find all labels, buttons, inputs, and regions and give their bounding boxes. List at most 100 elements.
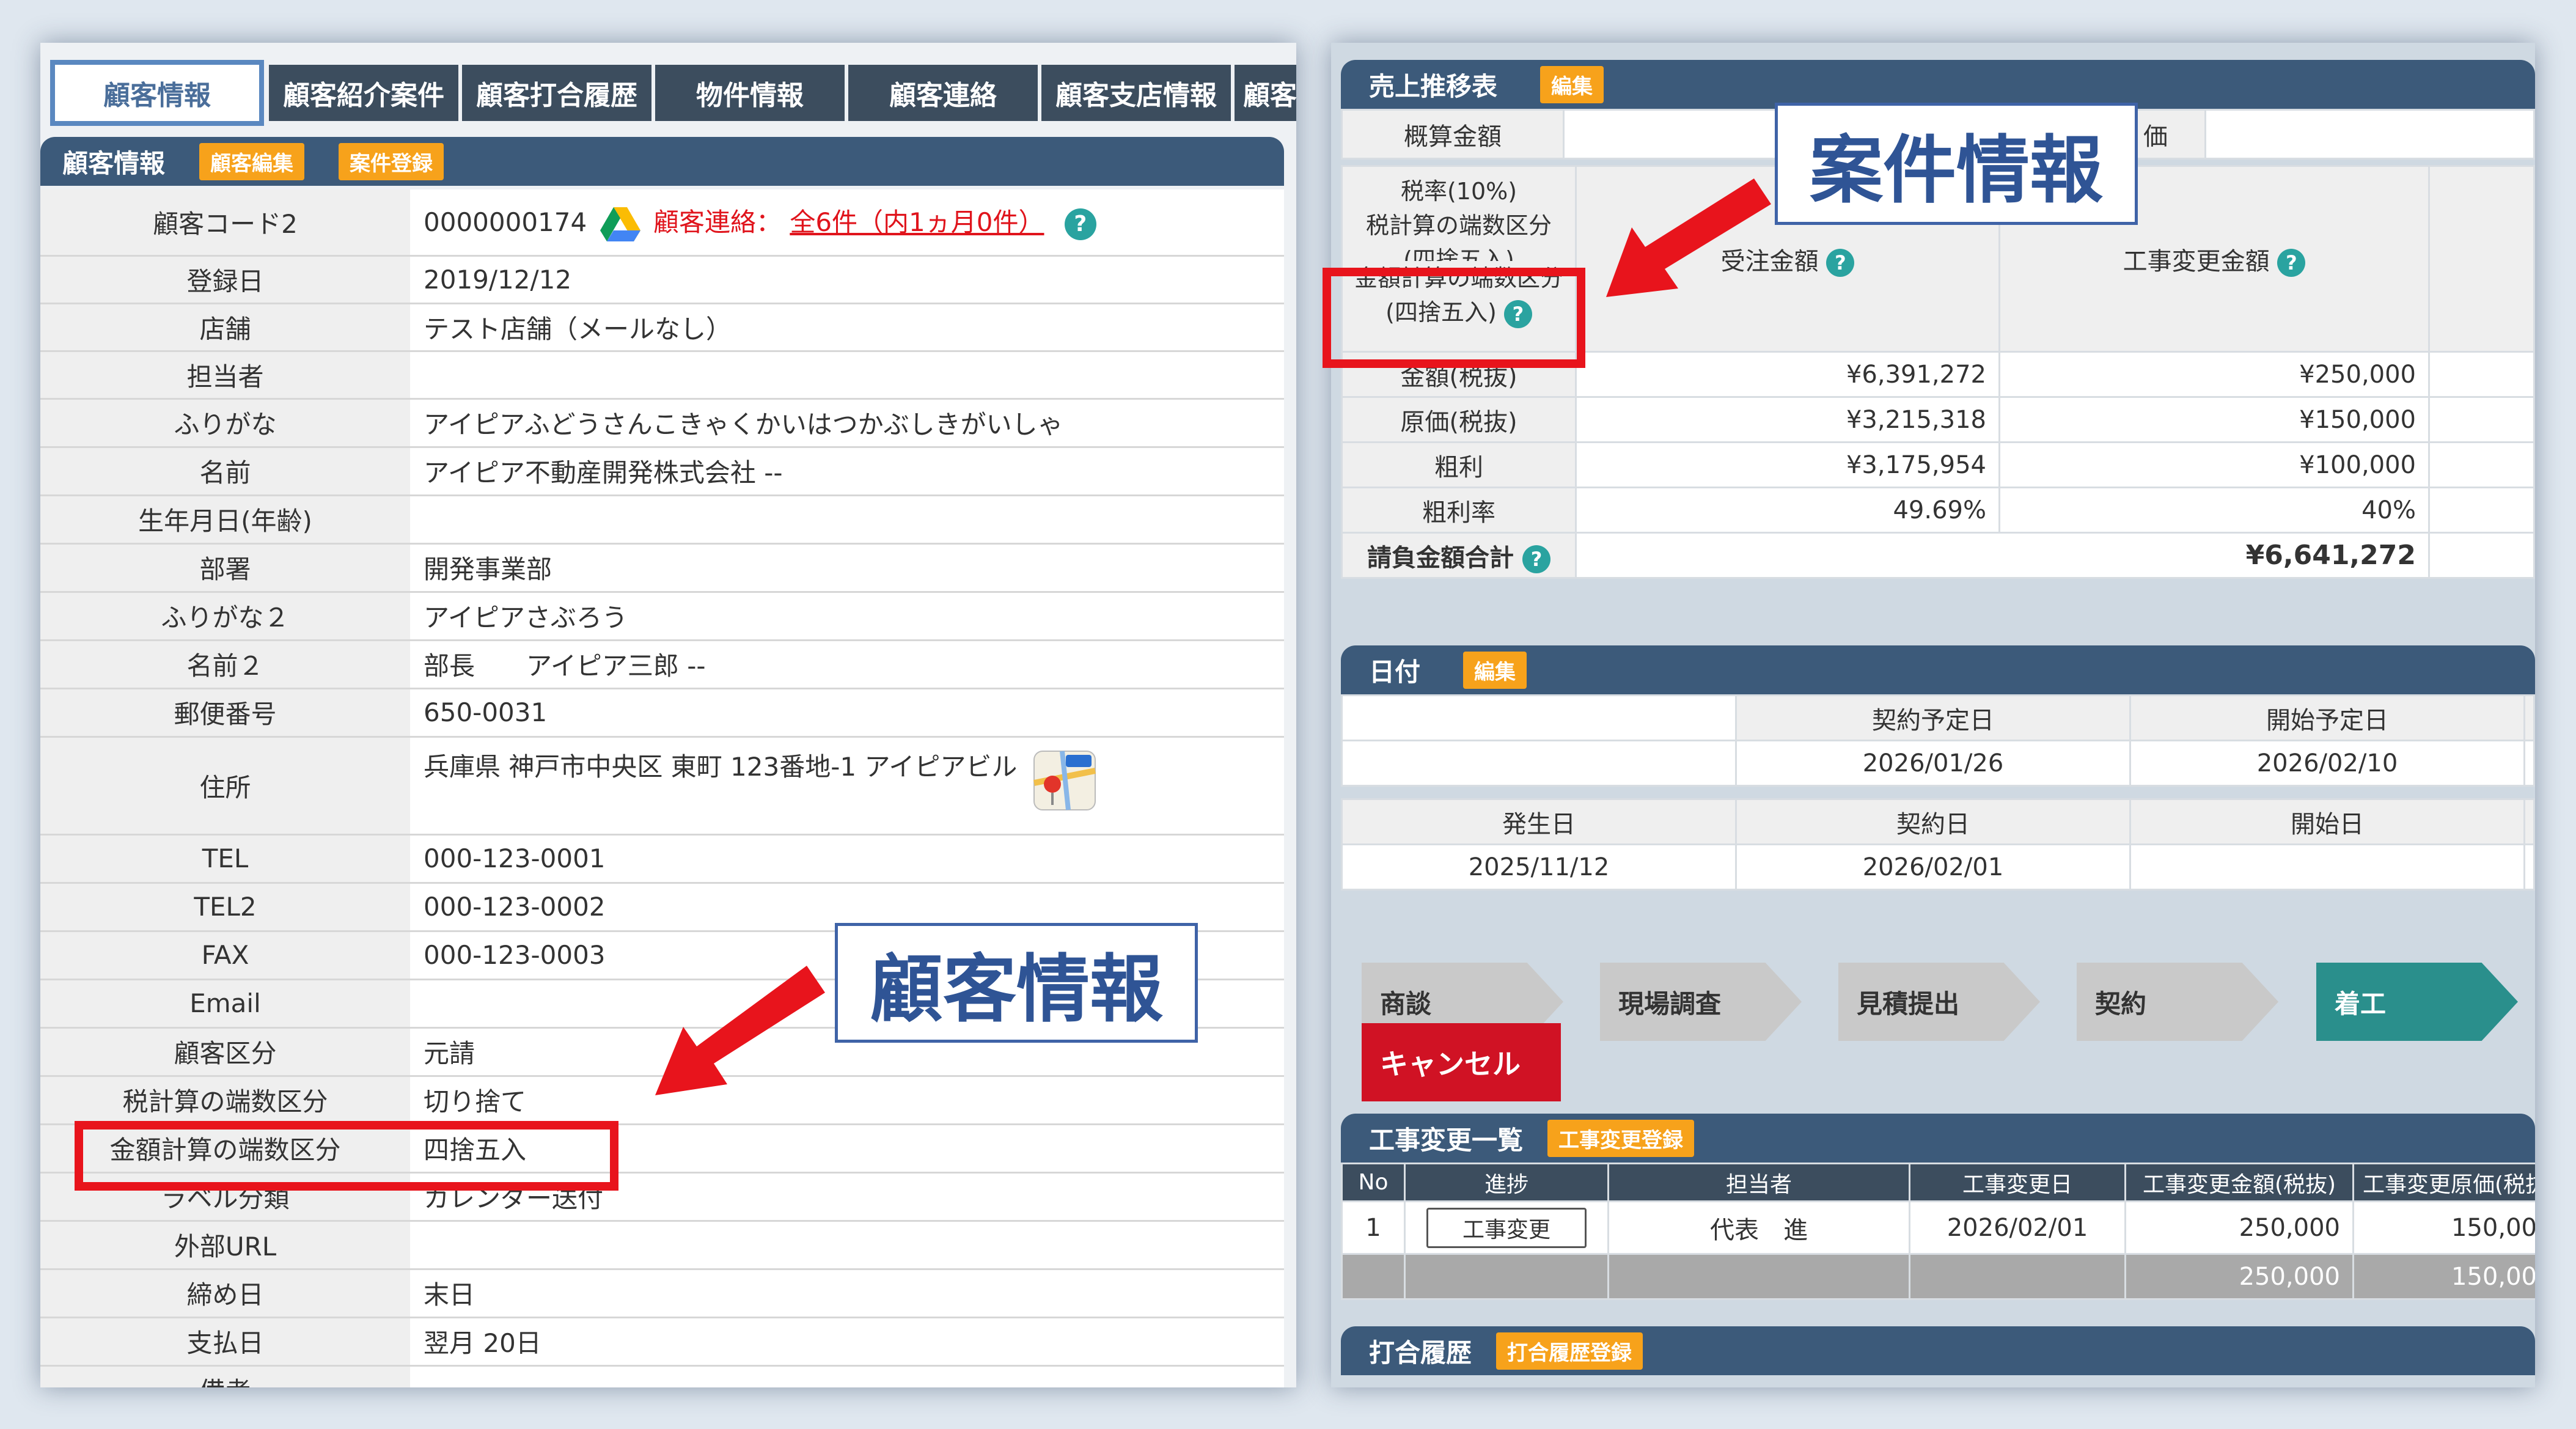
tab-customer-meetings[interactable]: 顧客打合履歴 [462,65,651,121]
field-label: 支払日 [40,1317,410,1367]
empty-cell [2428,441,2535,488]
table-row: TEL 000-123-0001 [40,834,1284,884]
planned-start-date: 2026/02/10 [2129,740,2525,787]
col-header: 担当者 [1607,1163,1910,1202]
customer-info-header: 顧客情報 顧客編集 案件登録 [40,137,1284,186]
section-title: 打合履歴 [1369,1337,1472,1368]
register-change-button[interactable]: 工事変更登録 [1547,1119,1695,1157]
step-contract[interactable]: 契約 [2077,963,2278,1041]
field-label: 顧客コード2 [40,189,410,257]
table-row: 登録日 2019/12/12 [40,255,1284,304]
register-meeting-button[interactable]: 打合履歴登録 [1496,1332,1643,1370]
section-title: 顧客情報 [62,148,166,178]
table-row: 契約予定日 開始予定日 [1341,694,2535,741]
field-label: 住所 [40,737,410,836]
red-arrow-icon [1606,178,1771,297]
field-label: 価 [2135,109,2206,160]
change-value: 40% [1998,487,2430,534]
row-label: 原価(税抜) [1341,396,1577,443]
address-value: 兵庫県 神戸市中央区 東町 123番地-1 アイピアビル [424,751,1018,782]
step-construction-start[interactable]: 着工 [2316,963,2518,1041]
table-row: 請負金額合計 ? ¥6,641,272 [1341,532,2535,579]
field-label: 名前 [40,447,410,496]
field-value: 開発事業部 [410,543,1284,593]
planned-date-table: 契約予定日 開始予定日 2026/01/26 2026/02/10 [1341,694,2535,787]
total-value: ¥6,641,272 [1575,532,2430,579]
tab-customer-info[interactable]: 顧客情報 [50,60,264,126]
table-row: 郵便番号 650-0031 [40,688,1284,738]
row-label: 請負金額合計 ? [1341,532,1577,579]
project-panel: 売上推移表 編集 概算金額 価 税率(10%) 税計算の端数区分 (四捨五入) … [1331,43,2535,1387]
empty-cell [1341,1253,1406,1300]
field-label: 顧客区分 [40,1027,410,1077]
status-button[interactable]: 工事変更 [1426,1207,1587,1248]
sales-header: 売上推移表 編集 [1341,60,2535,109]
field-label: 部署 [40,543,410,593]
col-header: 工事変更日 [1909,1163,2126,1202]
tax-label: (四捨五入) [1403,246,1514,261]
field-label: FAX [40,931,410,980]
change-cost-cell: 150,00 [2352,1200,2535,1255]
edit-date-button[interactable]: 編集 [1463,651,1527,689]
tab-more[interactable]: 顧客 [1235,65,1296,121]
tab-customer-contact[interactable]: 顧客連絡 [848,65,1038,121]
empty-cell [2428,532,2535,579]
register-project-button[interactable]: 案件登録 [339,142,444,180]
field-label: Email [40,979,410,1029]
table-row: 備考 [40,1365,1284,1387]
field-label: ふりがな [40,399,410,448]
help-icon[interactable]: ? [1522,545,1550,573]
empty-cell [1607,1253,1910,1300]
field-value: アイピアさぶろう [410,592,1284,641]
step-site-survey[interactable]: 現場調査 [1600,963,1802,1041]
edit-customer-button[interactable]: 顧客編集 [199,142,305,180]
contact-count-link[interactable]: 全6件（内1ヵ月0件） [790,207,1044,237]
help-icon[interactable]: ? [2277,248,2306,277]
table-row: 原価(税抜) ¥3,215,318 ¥150,000 [1341,396,2535,443]
table-row: 締め日 末日 [40,1269,1284,1318]
field-label: 税計算の端数区分 [40,1076,410,1125]
edit-sales-button[interactable]: 編集 [1540,65,1604,103]
field-label: 概算金額 [1341,109,1565,160]
map-icon[interactable] [1032,746,1099,814]
total-amount-cell: 250,000 [2124,1253,2354,1300]
tab-property-info[interactable]: 物件情報 [655,65,845,121]
order-value: 49.69% [1575,487,2000,534]
header-cell: 開始予定日 [2129,694,2525,741]
highlight-box [75,1121,618,1191]
google-drive-icon[interactable] [599,206,642,243]
empty-cell [2523,740,2535,787]
table-row: No 進捗 担当者 工事変更日 工事変更金額(税抜) 工事変更原価(税抜 [1341,1163,2535,1202]
field-value: 000-123-0001 [410,834,1284,884]
table-row: 発生日 契約日 開始日 [1341,798,2535,845]
col-change-label: 工事変更金額 [2123,247,2270,276]
field-value [410,1365,1284,1387]
cancel-button[interactable]: キャンセル [1362,1023,1561,1101]
field-value: アイピア不動産開発株式会社 -- [410,447,1284,496]
help-icon[interactable]: ? [1826,248,1855,277]
table-row: 名前２ 部長 アイピア三郎 -- [40,640,1284,689]
field-value [410,1221,1284,1270]
field-label: 担当者 [40,351,410,400]
table-row: 部署 開発事業部 [40,543,1284,593]
col-header: 工事変更金額(税抜) [2124,1163,2354,1202]
field-value: 翌月 20日 [410,1317,1284,1367]
step-estimate[interactable]: 見積提出 [1838,963,2040,1041]
empty-cell [2523,843,2535,891]
sales-table: 税率(10%) 税計算の端数区分 (四捨五入) 金額計算の端数区分 (四捨五入)… [1341,165,2535,579]
tab-customer-branch[interactable]: 顧客支店情報 [1041,65,1231,121]
date-header: 日付 編集 [1341,645,2535,694]
table-row: ふりがな２ アイピアさぶろう [40,592,1284,641]
empty-cell [1909,1253,2126,1300]
start-date [2129,843,2525,891]
change-date-cell: 2026/02/01 [1909,1200,2126,1255]
field-label: 外部URL [40,1221,410,1270]
table-row: 支払日 翌月 20日 [40,1317,1284,1367]
field-label: 名前２ [40,640,410,689]
table-row: 2026/01/26 2026/02/10 [1341,740,2535,787]
field-label: 生年月日(年齢) [40,495,410,545]
help-icon[interactable]: ? [1064,208,1096,240]
section-title: 日付 [1369,656,1421,687]
tab-customer-referral[interactable]: 顧客紹介案件 [269,65,458,121]
row-label: 粗利率 [1341,487,1577,534]
